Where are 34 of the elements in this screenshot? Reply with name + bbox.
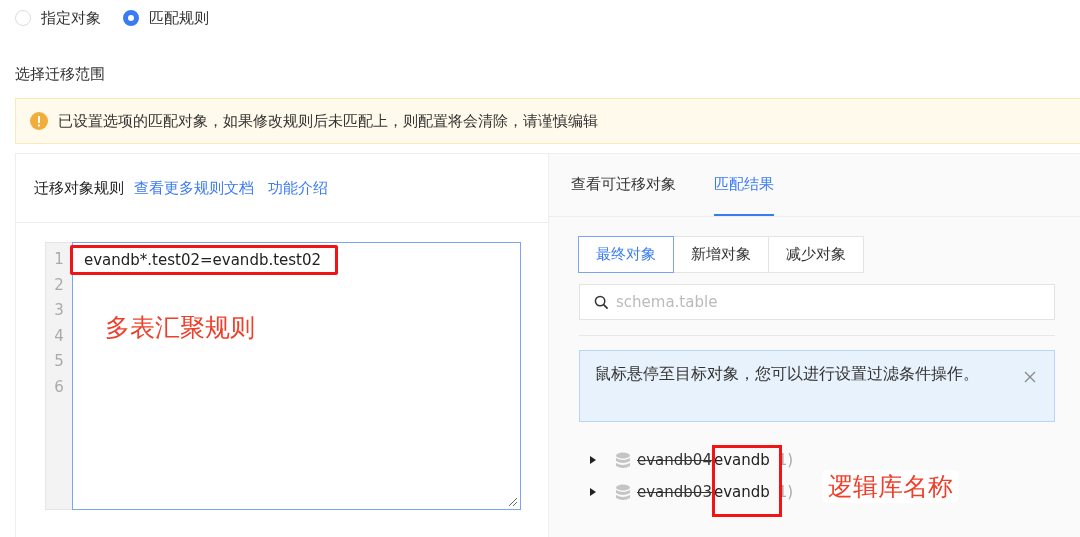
database-icon <box>615 451 631 469</box>
source-name: evandb04 <box>637 451 712 469</box>
info-text: 鼠标悬停至目标对象，您可以进行设置过滤条件操作。 <box>595 363 980 385</box>
database-icon <box>615 483 631 501</box>
close-icon[interactable] <box>1024 371 1036 383</box>
source-name: evandb03 <box>637 483 712 501</box>
tab[interactable]: 匹配结果 <box>714 154 774 216</box>
search-field[interactable]: schema.table <box>579 284 1055 320</box>
segment-button[interactable]: 新增对象 <box>673 236 769 273</box>
annotation-label: 多表汇聚规则 <box>105 312 255 344</box>
line-number: 5 <box>53 352 65 373</box>
segment-button[interactable]: 最终对象 <box>578 236 674 273</box>
resize-handle-icon[interactable] <box>506 495 518 507</box>
target-name: evandb <box>713 451 770 469</box>
line-number: 2 <box>53 275 65 296</box>
segment-button[interactable]: 减少对象 <box>768 236 864 273</box>
doc-link[interactable]: 功能介绍 <box>268 178 328 198</box>
radio-option[interactable]: 匹配规则 <box>123 8 209 28</box>
warning-icon <box>30 112 48 130</box>
warning-text: 已设置选项的匹配对象，如果修改规则后未匹配上，则配置将会清除，请谨慎编辑 <box>58 111 598 131</box>
doc-link[interactable]: 查看更多规则文档 <box>134 178 254 198</box>
caret-icon[interactable] <box>589 487 597 497</box>
line-number: 1 <box>53 250 65 270</box>
line-number: 6 <box>53 377 65 398</box>
panel-title: 迁移对象规则 <box>34 178 124 198</box>
radio-option[interactable]: 指定对象 <box>15 8 101 28</box>
line-number: 4 <box>53 326 65 347</box>
section-title: 选择迁移范围 <box>15 65 106 84</box>
search-icon <box>594 295 609 310</box>
annotation-label: 逻辑库名称 <box>822 470 959 503</box>
line-number: 3 <box>53 301 65 322</box>
tab[interactable]: 查看可迁移对象 <box>571 154 676 216</box>
target-name: evandb <box>713 483 770 501</box>
caret-icon[interactable] <box>589 455 597 465</box>
